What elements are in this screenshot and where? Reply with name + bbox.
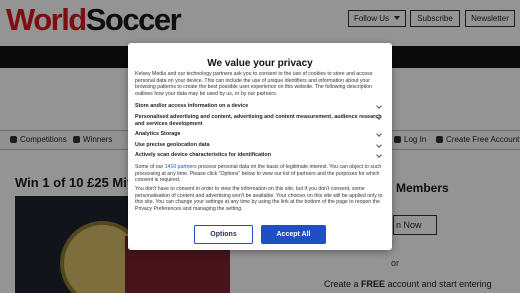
purpose-label: Actively scan device characteristics for… xyxy=(135,152,272,158)
chevron-down-icon xyxy=(376,131,382,137)
partners-link[interactable]: 1410 partners xyxy=(165,164,197,170)
purpose-row-analytics[interactable]: Analytics Storage xyxy=(135,131,385,138)
partners-prefix: Some of our xyxy=(135,164,165,170)
purpose-row-device-scan[interactable]: Actively scan device characteristics for… xyxy=(135,152,385,159)
chevron-down-icon xyxy=(376,152,382,158)
purpose-row-geolocation[interactable]: Use precise geolocation data xyxy=(135,142,385,149)
chevron-down-icon xyxy=(376,142,382,148)
consent-intro: Kelsey Media and our technology partners… xyxy=(135,71,373,97)
consent-footer-text: You don't have to consent in order to vi… xyxy=(135,186,383,212)
purpose-label: Store and/or access information on a dev… xyxy=(135,103,249,109)
partners-text: Some of our 1410 partners process person… xyxy=(135,164,385,184)
accept-all-button[interactable]: Accept All xyxy=(261,225,326,244)
purpose-label: Analytics Storage xyxy=(135,131,181,137)
purpose-row-storage[interactable]: Store and/or access information on a dev… xyxy=(135,103,385,110)
purpose-row-personalised-ads[interactable]: Personalised advertising and content, ad… xyxy=(135,114,385,127)
options-button[interactable]: Options xyxy=(194,225,253,244)
purpose-label: Personalised advertising and content, ad… xyxy=(135,114,382,127)
consent-title: We value your privacy xyxy=(207,58,313,69)
purpose-label: Use precise geolocation data xyxy=(135,142,210,148)
consent-dialog: We value your privacy Kelsey Media and o… xyxy=(128,43,392,250)
chevron-down-icon xyxy=(376,103,382,109)
